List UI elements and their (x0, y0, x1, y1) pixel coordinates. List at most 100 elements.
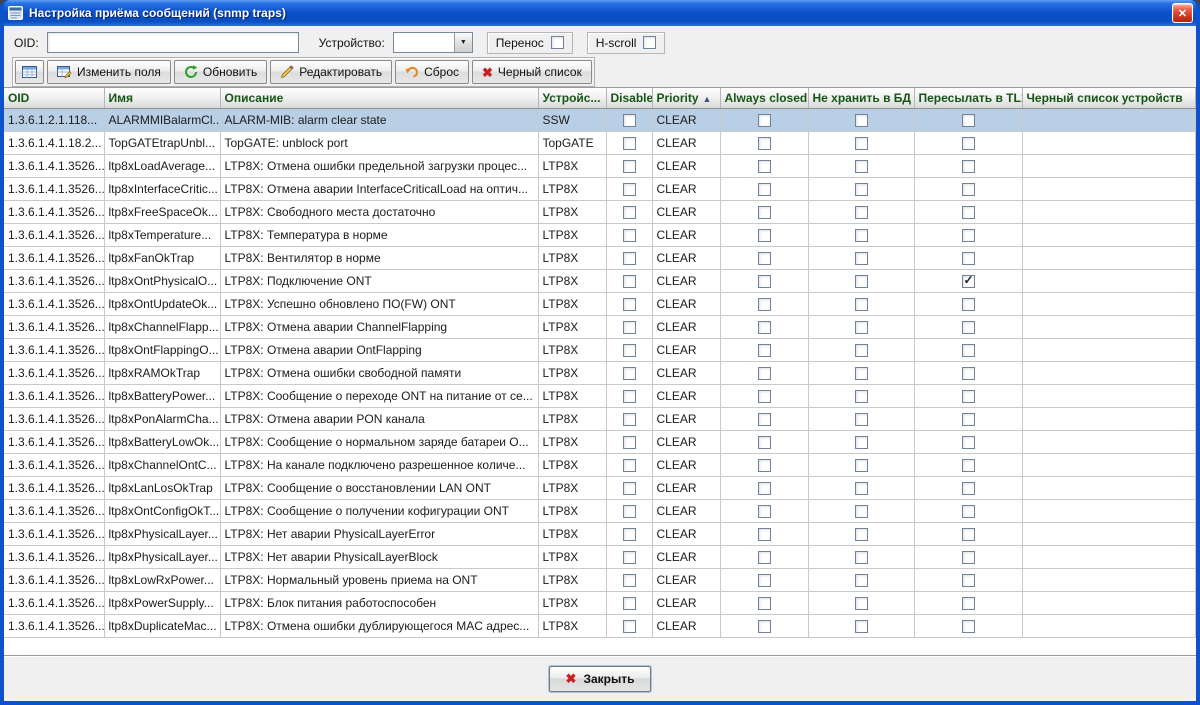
disabled-checkbox[interactable] (623, 390, 636, 403)
edit-fields-button[interactable]: Изменить поля (47, 60, 171, 84)
always-closed-checkbox[interactable] (758, 551, 771, 564)
forward-tl1-checkbox[interactable] (962, 482, 975, 495)
no-store-db-checkbox[interactable] (855, 275, 868, 288)
disabled-checkbox[interactable] (623, 482, 636, 495)
no-store-db-checkbox[interactable] (855, 206, 868, 219)
disabled-checkbox[interactable] (623, 252, 636, 265)
disabled-checkbox[interactable] (623, 459, 636, 472)
column-header-7[interactable]: Always closed (720, 88, 808, 108)
table-row[interactable]: 1.3.6.1.4.1.3526...ltp8xPonAlarmCha...LT… (4, 407, 1196, 430)
always-closed-checkbox[interactable] (758, 229, 771, 242)
no-store-db-checkbox[interactable] (855, 183, 868, 196)
no-store-db-checkbox[interactable] (855, 344, 868, 357)
no-store-db-checkbox[interactable] (855, 252, 868, 265)
table-row[interactable]: 1.3.6.1.4.1.18.2...TopGATEtrapUnbl...Top… (4, 131, 1196, 154)
forward-tl1-checkbox[interactable] (962, 459, 975, 472)
table-row[interactable]: 1.3.6.1.4.1.3526...ltp8xChannelOntC...LT… (4, 453, 1196, 476)
forward-tl1-checkbox[interactable] (962, 275, 975, 288)
forward-tl1-checkbox[interactable] (962, 321, 975, 334)
no-store-db-checkbox[interactable] (855, 551, 868, 564)
disabled-checkbox[interactable] (623, 114, 636, 127)
disabled-checkbox[interactable] (623, 413, 636, 426)
column-header-1[interactable]: OID (4, 88, 104, 108)
always-closed-checkbox[interactable] (758, 137, 771, 150)
disabled-checkbox[interactable] (623, 183, 636, 196)
column-header-5[interactable]: Disabled (606, 88, 652, 108)
always-closed-checkbox[interactable] (758, 620, 771, 633)
window-close-button[interactable]: ✕ (1172, 3, 1193, 23)
forward-tl1-checkbox[interactable] (962, 436, 975, 449)
disabled-checkbox[interactable] (623, 505, 636, 518)
refresh-button[interactable]: Обновить (174, 60, 267, 84)
forward-tl1-checkbox[interactable] (962, 206, 975, 219)
table-row[interactable]: 1.3.6.1.4.1.3526...ltp8xChannelFlapp...L… (4, 315, 1196, 338)
table-row[interactable]: 1.3.6.1.4.1.3526...ltp8xPhysicalLayer...… (4, 545, 1196, 568)
table-row[interactable]: 1.3.6.1.4.1.3526...ltp8xLanLosOkTrapLTP8… (4, 476, 1196, 499)
forward-tl1-checkbox[interactable] (962, 160, 975, 173)
oid-input[interactable] (47, 32, 299, 53)
always-closed-checkbox[interactable] (758, 275, 771, 288)
always-closed-checkbox[interactable] (758, 574, 771, 587)
no-store-db-checkbox[interactable] (855, 597, 868, 610)
table-row[interactable]: 1.3.6.1.4.1.3526...ltp8xOntUpdateOk...LT… (4, 292, 1196, 315)
always-closed-checkbox[interactable] (758, 390, 771, 403)
no-store-db-checkbox[interactable] (855, 505, 868, 518)
title-bar[interactable]: Настройка приёма сообщений (snmp traps) … (4, 0, 1196, 26)
disabled-checkbox[interactable] (623, 551, 636, 564)
blacklist-button[interactable]: ✖ Черный список (472, 60, 592, 84)
table-row[interactable]: 1.3.6.1.2.1.118...ALARMMIBalarmCl...ALAR… (4, 108, 1196, 131)
edit-button[interactable]: Редактировать (270, 60, 392, 84)
always-closed-checkbox[interactable] (758, 344, 771, 357)
no-store-db-checkbox[interactable] (855, 436, 868, 449)
no-store-db-checkbox[interactable] (855, 574, 868, 587)
forward-tl1-checkbox[interactable] (962, 620, 975, 633)
column-header-8[interactable]: Не хранить в БД (808, 88, 914, 108)
no-store-db-checkbox[interactable] (855, 114, 868, 127)
column-header-2[interactable]: Имя (104, 88, 220, 108)
always-closed-checkbox[interactable] (758, 482, 771, 495)
column-settings-button[interactable] (15, 60, 44, 84)
no-store-db-checkbox[interactable] (855, 160, 868, 173)
disabled-checkbox[interactable] (623, 298, 636, 311)
no-store-db-checkbox[interactable] (855, 528, 868, 541)
disabled-checkbox[interactable] (623, 574, 636, 587)
column-header-9[interactable]: Пересылать в TL1 (914, 88, 1022, 108)
table-row[interactable]: 1.3.6.1.4.1.3526...ltp8xRAMOkTrapLTP8X: … (4, 361, 1196, 384)
always-closed-checkbox[interactable] (758, 367, 771, 380)
forward-tl1-checkbox[interactable] (962, 137, 975, 150)
disabled-checkbox[interactable] (623, 367, 636, 380)
always-closed-checkbox[interactable] (758, 459, 771, 472)
always-closed-checkbox[interactable] (758, 160, 771, 173)
disabled-checkbox[interactable] (623, 206, 636, 219)
disabled-checkbox[interactable] (623, 160, 636, 173)
no-store-db-checkbox[interactable] (855, 298, 868, 311)
always-closed-checkbox[interactable] (758, 505, 771, 518)
forward-tl1-checkbox[interactable] (962, 252, 975, 265)
column-header-4[interactable]: Устройс... (538, 88, 606, 108)
disabled-checkbox[interactable] (623, 620, 636, 633)
no-store-db-checkbox[interactable] (855, 413, 868, 426)
disabled-checkbox[interactable] (623, 275, 636, 288)
forward-tl1-checkbox[interactable] (962, 574, 975, 587)
table-row[interactable]: 1.3.6.1.4.1.3526...ltp8xDuplicateMac...L… (4, 614, 1196, 637)
table-row[interactable]: 1.3.6.1.4.1.3526...ltp8xOntFlappingO...L… (4, 338, 1196, 361)
no-store-db-checkbox[interactable] (855, 620, 868, 633)
hscroll-checkbox[interactable] (643, 36, 656, 49)
table-row[interactable]: 1.3.6.1.4.1.3526...ltp8xFanOkTrapLTP8X: … (4, 246, 1196, 269)
forward-tl1-checkbox[interactable] (962, 528, 975, 541)
forward-tl1-checkbox[interactable] (962, 367, 975, 380)
no-store-db-checkbox[interactable] (855, 137, 868, 150)
disabled-checkbox[interactable] (623, 321, 636, 334)
table-row[interactable]: 1.3.6.1.4.1.3526...ltp8xPhysicalLayer...… (4, 522, 1196, 545)
always-closed-checkbox[interactable] (758, 413, 771, 426)
disabled-checkbox[interactable] (623, 597, 636, 610)
table-row[interactable]: 1.3.6.1.4.1.3526...ltp8xLowRxPower...LTP… (4, 568, 1196, 591)
forward-tl1-checkbox[interactable] (962, 298, 975, 311)
forward-tl1-checkbox[interactable] (962, 390, 975, 403)
wrap-checkbox[interactable] (551, 36, 564, 49)
forward-tl1-checkbox[interactable] (962, 551, 975, 564)
forward-tl1-checkbox[interactable] (962, 229, 975, 242)
table-row[interactable]: 1.3.6.1.4.1.3526...ltp8xLoadAverage...LT… (4, 154, 1196, 177)
always-closed-checkbox[interactable] (758, 114, 771, 127)
reset-button[interactable]: Сброс (395, 60, 469, 84)
